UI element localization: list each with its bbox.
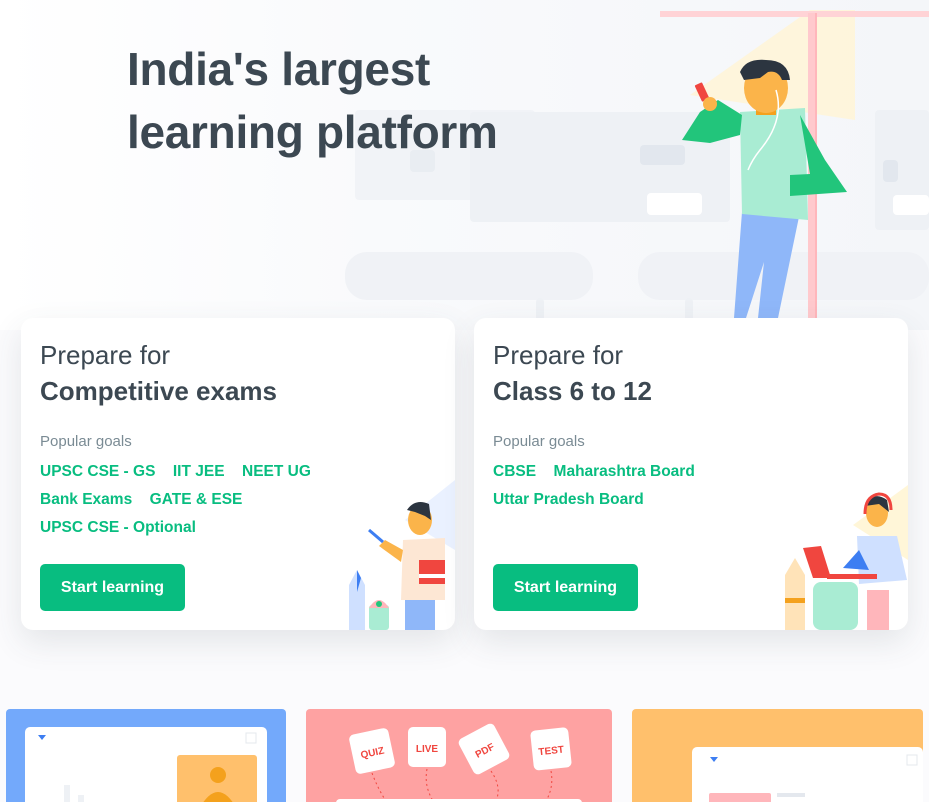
- hero-title-line1: India's largest: [127, 43, 430, 95]
- hero-bg-pill: [345, 252, 593, 300]
- hero-person-illustration: [660, 10, 929, 330]
- dotted-trail: [425, 768, 433, 800]
- pencil-icon: [785, 558, 805, 630]
- student-arm: [379, 540, 403, 562]
- feature-tile-content-types: QUIZ LIVE PDF TEST: [306, 709, 612, 802]
- card-prepare-label: Prepare for: [493, 340, 624, 370]
- content-types-illustration: QUIZ LIVE PDF TEST: [336, 723, 582, 802]
- hero-section: India's largest learning platform: [0, 0, 929, 330]
- mug-icon: [369, 605, 389, 630]
- goal-link-neet-ug[interactable]: NEET UG: [242, 463, 311, 481]
- thumbnail: [709, 793, 771, 802]
- competitive-exams-card[interactable]: Prepare for Competitive exams Popular go…: [21, 318, 455, 630]
- goal-link-iit-jee[interactable]: IIT JEE: [173, 463, 225, 481]
- student-illustration: [349, 480, 455, 630]
- goal-link-uttar-pradesh-board[interactable]: Uttar Pradesh Board: [493, 491, 644, 509]
- live-class-illustration: [25, 727, 267, 802]
- dotted-trail: [490, 770, 499, 802]
- text-line: [777, 793, 805, 797]
- pencil-stripe: [785, 598, 805, 603]
- card-prepare-label: Prepare for: [40, 340, 171, 370]
- goal-link-bank-exams[interactable]: Bank Exams: [40, 491, 132, 509]
- start-learning-button[interactable]: Start learning: [493, 564, 638, 611]
- hero-rail-top: [660, 11, 929, 17]
- goal-link-cbse[interactable]: CBSE: [493, 463, 536, 481]
- goal-links: UPSC CSE - GS IIT JEE NEET UG Bank Exams…: [40, 463, 340, 547]
- card-title: Competitive exams: [40, 376, 277, 406]
- laptop-base: [827, 574, 877, 579]
- goal-link-maharashtra-board[interactable]: Maharashtra Board: [554, 463, 695, 481]
- mug-dot: [376, 601, 382, 607]
- goal-link-upsc-cse-gs[interactable]: UPSC CSE - GS: [40, 463, 155, 481]
- popular-goals-label: Popular goals: [40, 433, 132, 450]
- student-legs: [405, 595, 435, 630]
- practice-illustration: [692, 747, 923, 802]
- goal-row: Uttar Pradesh Board: [493, 491, 793, 519]
- hero-person-legs: [734, 212, 800, 318]
- goal-link-gate-ese[interactable]: GATE & ESE: [150, 491, 243, 509]
- student-legs: [867, 590, 889, 630]
- laptop-icon: [803, 546, 831, 578]
- class-6-12-card[interactable]: Prepare for Class 6 to 12 Popular goals …: [474, 318, 908, 630]
- goal-links: CBSE Maharashtra Board Uttar Pradesh Boa…: [493, 463, 793, 519]
- card-title: Class 6 to 12: [493, 376, 652, 406]
- hero-title-line2: learning platform: [127, 106, 498, 158]
- student-laptop-illustration: [785, 485, 908, 630]
- chart-bar: [78, 795, 84, 802]
- mug-icon: [813, 582, 858, 630]
- dotted-trail: [371, 772, 387, 802]
- hero-person-hand: [703, 97, 717, 111]
- goal-row: UPSC CSE - GS IIT JEE NEET UG: [40, 463, 340, 491]
- student-pen: [368, 528, 384, 544]
- feature-tile-live-class: [6, 709, 286, 802]
- goal-row: Bank Exams GATE & ESE: [40, 491, 340, 519]
- book-icon: [419, 560, 445, 584]
- popular-goals-label: Popular goals: [493, 433, 585, 450]
- chart-bar: [64, 785, 70, 802]
- dotted-trail: [545, 770, 553, 802]
- goal-row: UPSC CSE - Optional: [40, 519, 340, 547]
- feature-tile-practice: [632, 709, 923, 802]
- hero-title: India's largest learning platform: [127, 38, 498, 164]
- start-learning-button[interactable]: Start learning: [40, 564, 185, 611]
- goal-link-upsc-cse-optional[interactable]: UPSC CSE - Optional: [40, 519, 196, 537]
- book-pages: [419, 574, 445, 578]
- tag-live: LIVE: [416, 744, 439, 755]
- educator-avatar-icon: [210, 767, 226, 783]
- goal-row: CBSE Maharashtra Board: [493, 463, 793, 491]
